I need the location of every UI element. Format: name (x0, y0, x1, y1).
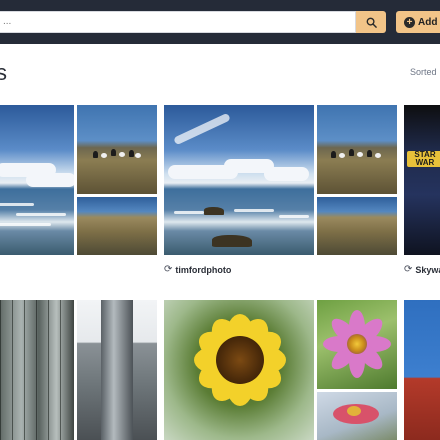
album-owner: Skywa (415, 264, 440, 275)
star-wars-logo: STAR WAR (407, 151, 440, 167)
plus-circle-icon: + (404, 16, 415, 28)
album-caption[interactable]: ⟳ timfordphoto (164, 264, 231, 275)
search-button[interactable] (356, 11, 386, 33)
page: ... + Add s Sorted STAR WAR ⟳ timfordpho… (0, 0, 440, 440)
page-title: s (0, 60, 7, 85)
album-owner: timfordphoto (175, 264, 232, 275)
album-photo[interactable] (317, 197, 397, 255)
album-photo[interactable] (164, 300, 314, 440)
album-photo[interactable] (77, 197, 157, 255)
album-photo[interactable] (77, 105, 157, 194)
search-input[interactable]: ... (0, 11, 356, 33)
top-bar: ... + Add (0, 0, 440, 44)
album-photo[interactable] (77, 300, 157, 440)
album-photo[interactable] (0, 300, 74, 440)
album-photo[interactable] (317, 392, 397, 440)
album-photo[interactable] (317, 300, 397, 389)
add-button-label: Add (418, 16, 438, 28)
sync-icon: ⟳ (164, 264, 173, 275)
album-photo[interactable]: STAR WAR (404, 105, 440, 255)
album-photo[interactable] (0, 105, 74, 255)
add-button[interactable]: + Add (396, 11, 440, 33)
search-icon (366, 17, 377, 28)
album-caption[interactable]: ⟳ Skywa (404, 264, 440, 275)
sort-dropdown[interactable]: Sorted (410, 67, 437, 77)
album-photo[interactable] (164, 105, 314, 255)
sync-icon: ⟳ (404, 264, 413, 275)
album-photo[interactable] (317, 105, 397, 194)
album-photo[interactable] (404, 300, 440, 440)
